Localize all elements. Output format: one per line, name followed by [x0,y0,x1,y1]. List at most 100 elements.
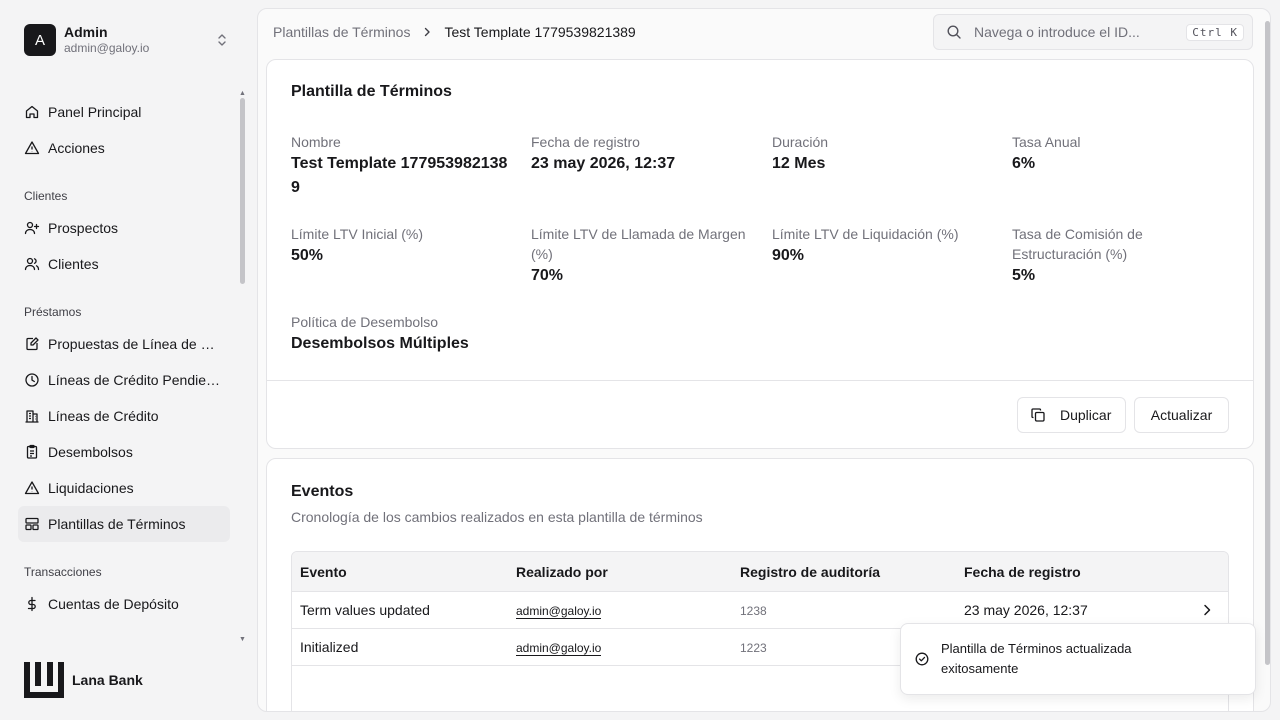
nav-group-clientes: Clientes [24,189,68,203]
field-ltv-margen: Límite LTV de Llamada de Margen (%) 70% [531,224,751,288]
dollar-icon [27,596,36,612]
events-description: Cronología de los cambios realizados en … [291,509,703,525]
search-input[interactable]: Navega o introduce el ID... Ctrl K [933,14,1253,50]
cell-user-link[interactable]: admin@galoy.io [516,641,602,656]
brand: Lana Bank [24,662,143,698]
sidebar-item-label: Líneas de Crédito [48,408,159,424]
chevron-right-icon[interactable] [1200,603,1214,617]
field-label: Límite LTV de Liquidación (%) [772,226,959,242]
user-plus-icon [24,221,40,235]
clock-icon [25,373,39,387]
update-button[interactable]: Actualizar [1134,397,1229,433]
users-icon [24,257,40,271]
duplicate-button[interactable]: Duplicar [1017,397,1126,433]
column-header: Evento [300,563,347,580]
alert-triangle-icon [24,141,40,155]
sidebar-item-liquidaciones[interactable]: Liquidaciones [18,470,230,506]
sidebar-item-label: Prospectos [48,220,119,236]
sidebar-item-clientes[interactable]: Clientes [18,246,230,282]
field-fecha-registro: Fecha de registro 23 may 2026, 12:37 [531,132,751,176]
breadcrumb-parent-link[interactable]: Plantillas de Términos [273,24,410,40]
check-circle-icon [915,652,929,666]
user-email: admin@galoy.io [64,41,150,55]
column-header: Fecha de registro [964,563,1081,580]
toast-message: Plantilla de Términos actualizada exitos… [941,641,1132,676]
field-value: Test Template 1779539821389 [291,155,508,196]
lana-bank-logo-icon [24,662,64,698]
nav-group-transacciones: Transacciones [24,565,102,579]
sidebar-item-label: Propuestas de Línea de Cr... [48,336,224,352]
field-label: Tasa Anual [1012,134,1081,150]
template-details-card: Plantilla de Términos Nombre Test Templa… [266,59,1254,449]
field-label: Duración [772,134,829,150]
sidebar-item-label: Liquidaciones [48,480,134,496]
sidebar-item-label: Cuentas de Depósito [48,596,179,612]
field-nombre: Nombre Test Template 1779539821389 [291,132,511,200]
search-icon [947,25,961,39]
field-value: 90% [772,247,805,264]
column-header: Registro de auditoría [740,563,881,580]
sidebar-item-acciones[interactable]: Acciones [18,130,230,166]
sidebar-item-label: Clientes [48,256,99,272]
sidebar-item-prospectos[interactable]: Prospectos [18,210,230,246]
user-switcher[interactable]: A Admin admin@galoy.io [24,24,236,56]
user-name: Admin [64,24,108,40]
sidebar-item-cuentas-deposito[interactable]: Cuentas de Depósito [18,586,230,622]
field-label: Límite LTV Inicial (%) [291,226,423,242]
column-header: Realizado por [516,563,608,580]
sidebar: A Admin admin@galoy.io Panel Principal A… [0,0,256,720]
field-value: Desembolsos Múltiples [291,335,469,352]
breadcrumb: Plantillas de Términos Test Template 177… [273,24,636,40]
success-toast: Plantilla de Términos actualizada exitos… [900,623,1256,695]
sidebar-nav: Panel Principal Acciones Clientes Prospe… [18,94,230,622]
sidebar-item-label: Acciones [48,140,105,156]
chevron-right-icon [422,24,432,40]
cell-audit[interactable]: 1223 [740,641,767,655]
copy-icon [1031,408,1045,422]
sidebar-item-panel-principal[interactable]: Panel Principal [18,94,230,130]
sidebar-item-label: Líneas de Crédito Pendient... [48,372,224,388]
topbar: Plantillas de Términos Test Template 177… [258,9,1270,57]
field-ltv-liquidacion: Límite LTV de Liquidación (%) 90% [772,224,992,268]
divider [267,380,1253,381]
brand-name: Lana Bank [72,672,143,688]
field-value: 23 may 2026, 12:37 [531,155,676,172]
table-header: Evento Realizado por Registro de auditor… [292,552,1228,592]
field-label: Tasa de Comisión de Estructuración (%) [1012,226,1143,262]
main-scrollbar[interactable] [1265,21,1270,665]
search-placeholder: Navega o introduce el ID... [974,24,1140,40]
alert-triangle-icon [24,481,40,495]
scroll-down-arrow[interactable]: ▼ [239,636,246,643]
field-label: Nombre [291,134,341,150]
sidebar-item-desembolsos[interactable]: Desembolsos [18,434,230,470]
duplicate-button-label: Duplicar [1060,407,1112,423]
main-content: Plantillas de Términos Test Template 177… [257,8,1271,712]
cell-event: Initialized [300,639,359,655]
cell-user-link[interactable]: admin@galoy.io [516,604,602,619]
cell-audit[interactable]: 1238 [740,604,767,618]
sidebar-scrollbar[interactable] [240,98,245,284]
field-value: 70% [531,267,564,284]
sidebar-item-label: Panel Principal [48,104,142,120]
template-icon [25,517,39,531]
field-label: Fecha de registro [531,134,640,150]
scroll-up-arrow[interactable]: ▲ [239,90,246,97]
nav-group-prestamos: Préstamos [24,305,82,319]
sidebar-item-lineas-credito[interactable]: Líneas de Crédito [18,398,230,434]
sidebar-item-propuestas[interactable]: Propuestas de Línea de Cr... [18,326,230,362]
avatar: A [24,24,56,56]
home-icon [25,105,39,119]
file-edit-icon [26,337,39,351]
field-label: Límite LTV de Llamada de Margen (%) [531,226,746,262]
events-title: Eventos [291,483,354,500]
sidebar-item-label: Desembolsos [48,444,133,460]
field-value: 50% [291,247,324,264]
sidebar-item-plantillas[interactable]: Plantillas de Términos [18,506,230,542]
field-tasa-anual: Tasa Anual 6% [1012,132,1232,176]
field-comision: Tasa de Comisión de Estructuración (%) 5… [1012,224,1232,288]
field-label: Política de Desembolso [291,314,439,330]
card-title: Plantilla de Términos [291,83,452,100]
sidebar-item-label: Plantillas de Términos [48,516,186,532]
sidebar-item-lineas-pendientes[interactable]: Líneas de Crédito Pendient... [18,362,230,398]
update-button-label: Actualizar [1150,407,1213,423]
